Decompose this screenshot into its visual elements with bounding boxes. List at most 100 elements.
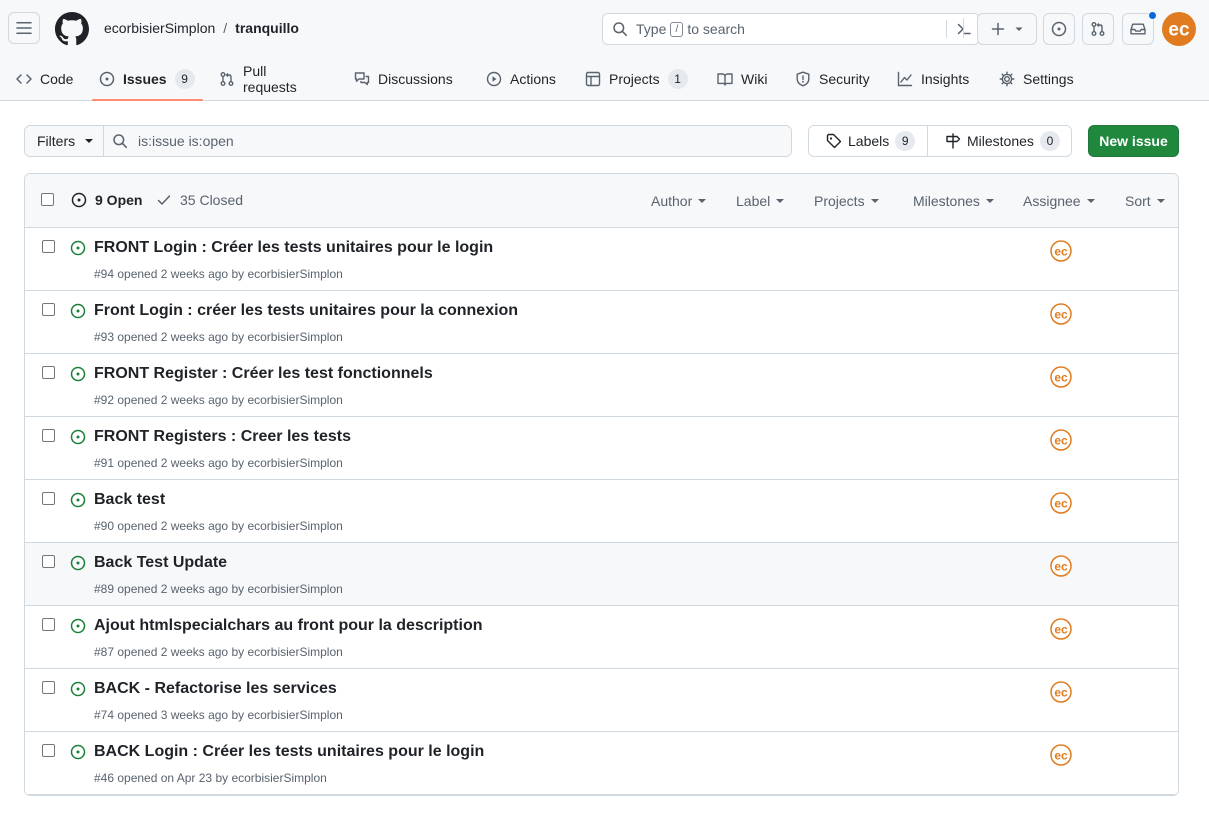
tab-projects[interactable]: Projects 1: [585, 57, 688, 101]
issue-checkbox[interactable]: [42, 303, 55, 316]
assignee-avatar[interactable]: ec: [1050, 303, 1072, 325]
issue-row[interactable]: FRONT Login : Créer les tests unitaires …: [25, 228, 1178, 291]
issue-checkbox[interactable]: [42, 240, 55, 253]
milestones-filter[interactable]: Milestones: [913, 193, 994, 209]
chevron-down-icon: [1014, 24, 1024, 34]
closed-issues-label: 35 Closed: [180, 192, 244, 208]
issue-search-field[interactable]: [103, 125, 792, 157]
issue-title-link[interactable]: Ajout htmlspecialchars au front pour la …: [94, 617, 483, 635]
milestones-button[interactable]: Milestones 0: [927, 125, 1072, 157]
tab-settings[interactable]: Settings: [999, 57, 1074, 101]
issue-title-link[interactable]: Front Login : créer les tests unitaires …: [94, 302, 518, 320]
tab-code[interactable]: Code: [16, 57, 73, 101]
issue-row[interactable]: Ajout htmlspecialchars au front pour la …: [25, 606, 1178, 669]
issue-checkbox[interactable]: [42, 366, 55, 379]
tab-pull-requests[interactable]: Pull requests: [219, 57, 297, 101]
assignee-avatar[interactable]: ec: [1050, 555, 1072, 577]
issue-row[interactable]: FRONT Register : Créer les test fonction…: [25, 354, 1178, 417]
issue-title-link[interactable]: Back Test Update: [94, 554, 227, 572]
tab-discussions-label: Discussions: [378, 71, 453, 87]
select-all-checkbox[interactable]: [41, 193, 54, 206]
your-pull-requests-button[interactable]: [1082, 13, 1114, 45]
issue-row[interactable]: FRONT Registers : Creer les tests #91 ope…: [25, 417, 1178, 480]
assignee-avatar[interactable]: ec: [1050, 618, 1072, 640]
tab-insights-label: Insights: [921, 71, 970, 87]
svg-text:ec: ec: [1168, 20, 1190, 41]
create-new-button[interactable]: [977, 13, 1037, 45]
new-issue-button[interactable]: New issue: [1088, 125, 1179, 157]
assignee-avatar[interactable]: ec: [1050, 366, 1072, 388]
issue-row[interactable]: BACK - Refactorise les services #74 opene…: [25, 669, 1178, 732]
user-avatar[interactable]: ec: [1162, 12, 1196, 46]
plus-icon: [990, 21, 1006, 37]
closed-issues-toggle[interactable]: 35 Closed: [156, 192, 243, 208]
projects-filter[interactable]: Projects: [814, 193, 879, 209]
open-issues-label: 9 Open: [95, 192, 143, 208]
tab-insights[interactable]: Insights: [897, 57, 969, 101]
svg-text:ec: ec: [1054, 244, 1068, 258]
command-palette-icon[interactable]: [956, 21, 972, 37]
issue-checkbox[interactable]: [42, 492, 55, 505]
svg-text:ec: ec: [1054, 370, 1068, 384]
author-filter[interactable]: Author: [651, 193, 707, 209]
issue-opened-icon: [99, 71, 115, 87]
issue-opened-icon: [70, 744, 86, 760]
issue-row[interactable]: Front Login : créer les tests unitaires …: [25, 291, 1178, 354]
issue-meta: #93 opened 2 weeks ago by ecorbisierSimp…: [94, 330, 343, 344]
assignee-avatar[interactable]: ec: [1050, 681, 1072, 703]
git-pull-request-icon: [219, 71, 235, 87]
assignee-avatar[interactable]: ec: [1050, 429, 1072, 451]
code-icon: [16, 71, 32, 87]
issue-title-link[interactable]: BACK Login : Créer les tests unitaires p…: [94, 743, 484, 761]
tab-issues[interactable]: Issues 9: [99, 57, 195, 101]
issue-title-link[interactable]: FRONT Login : Créer les tests unitaires …: [94, 239, 493, 257]
issue-meta: #91 opened 2 weeks ago by ecorbisierSimp…: [94, 456, 343, 470]
issue-row[interactable]: BACK Login : Créer les tests unitaires p…: [25, 732, 1178, 795]
issue-search-input[interactable]: [138, 133, 738, 149]
label-filter-label: Label: [736, 193, 771, 209]
your-issues-button[interactable]: [1043, 13, 1075, 45]
assignee-filter[interactable]: Assignee: [1023, 193, 1095, 209]
tab-security[interactable]: Security: [795, 57, 870, 101]
issue-meta: #92 opened 2 weeks ago by ecorbisierSimp…: [94, 393, 343, 407]
assignee-avatar[interactable]: ec: [1050, 744, 1072, 766]
issue-row[interactable]: Back test #90 opened 2 weeks ago by ecorb…: [25, 480, 1178, 543]
issue-meta: #89 opened 2 weeks ago by ecorbisierSimp…: [94, 582, 343, 596]
search-input[interactable]: Type / to search: [602, 13, 980, 45]
search-divider: [946, 20, 947, 38]
repo-link[interactable]: tranquillo: [235, 20, 299, 36]
issue-opened-icon: [70, 681, 86, 697]
issue-checkbox[interactable]: [42, 618, 55, 631]
label-filter[interactable]: Label: [736, 193, 785, 209]
issue-checkbox[interactable]: [42, 429, 55, 442]
tab-wiki[interactable]: Wiki: [717, 57, 767, 101]
tab-security-label: Security: [819, 71, 870, 87]
open-issues-toggle[interactable]: 9 Open: [71, 192, 142, 208]
github-logo-icon[interactable]: [55, 12, 89, 46]
issue-row[interactable]: Back Test Update #89 opened 2 weeks ago b…: [25, 543, 1178, 606]
sort-menu[interactable]: Sort: [1125, 193, 1165, 209]
tab-actions[interactable]: Actions: [486, 57, 556, 101]
owner-link[interactable]: ecorbisierSimplon: [104, 20, 215, 36]
issue-title-link[interactable]: BACK - Refactorise les services: [94, 680, 337, 698]
chevron-down-icon: [776, 199, 785, 203]
issue-title-link[interactable]: FRONT Register : Créer les test fonction…: [94, 365, 433, 383]
assignee-avatar[interactable]: ec: [1050, 492, 1072, 514]
issue-opened-icon: [70, 492, 86, 508]
issue-meta: #87 opened 2 weeks ago by ecorbisierSimp…: [94, 645, 343, 659]
labels-button[interactable]: Labels 9: [808, 125, 928, 157]
menu-button[interactable]: [8, 12, 40, 44]
assignee-avatar[interactable]: ec: [1050, 240, 1072, 262]
issue-checkbox[interactable]: [42, 744, 55, 757]
issue-checkbox[interactable]: [42, 555, 55, 568]
filters-button[interactable]: Filters: [24, 125, 104, 157]
tab-discussions[interactable]: Discussions: [354, 57, 453, 101]
active-tab-underline: [92, 99, 203, 101]
issue-opened-icon: [70, 303, 86, 319]
issue-title-link[interactable]: Back test: [94, 491, 165, 509]
book-icon: [717, 71, 733, 87]
issue-checkbox[interactable]: [42, 681, 55, 694]
issue-opened-icon: [1051, 21, 1067, 37]
labels-label: Labels: [848, 133, 890, 149]
issue-title-link[interactable]: FRONT Registers : Creer les tests: [94, 428, 351, 446]
